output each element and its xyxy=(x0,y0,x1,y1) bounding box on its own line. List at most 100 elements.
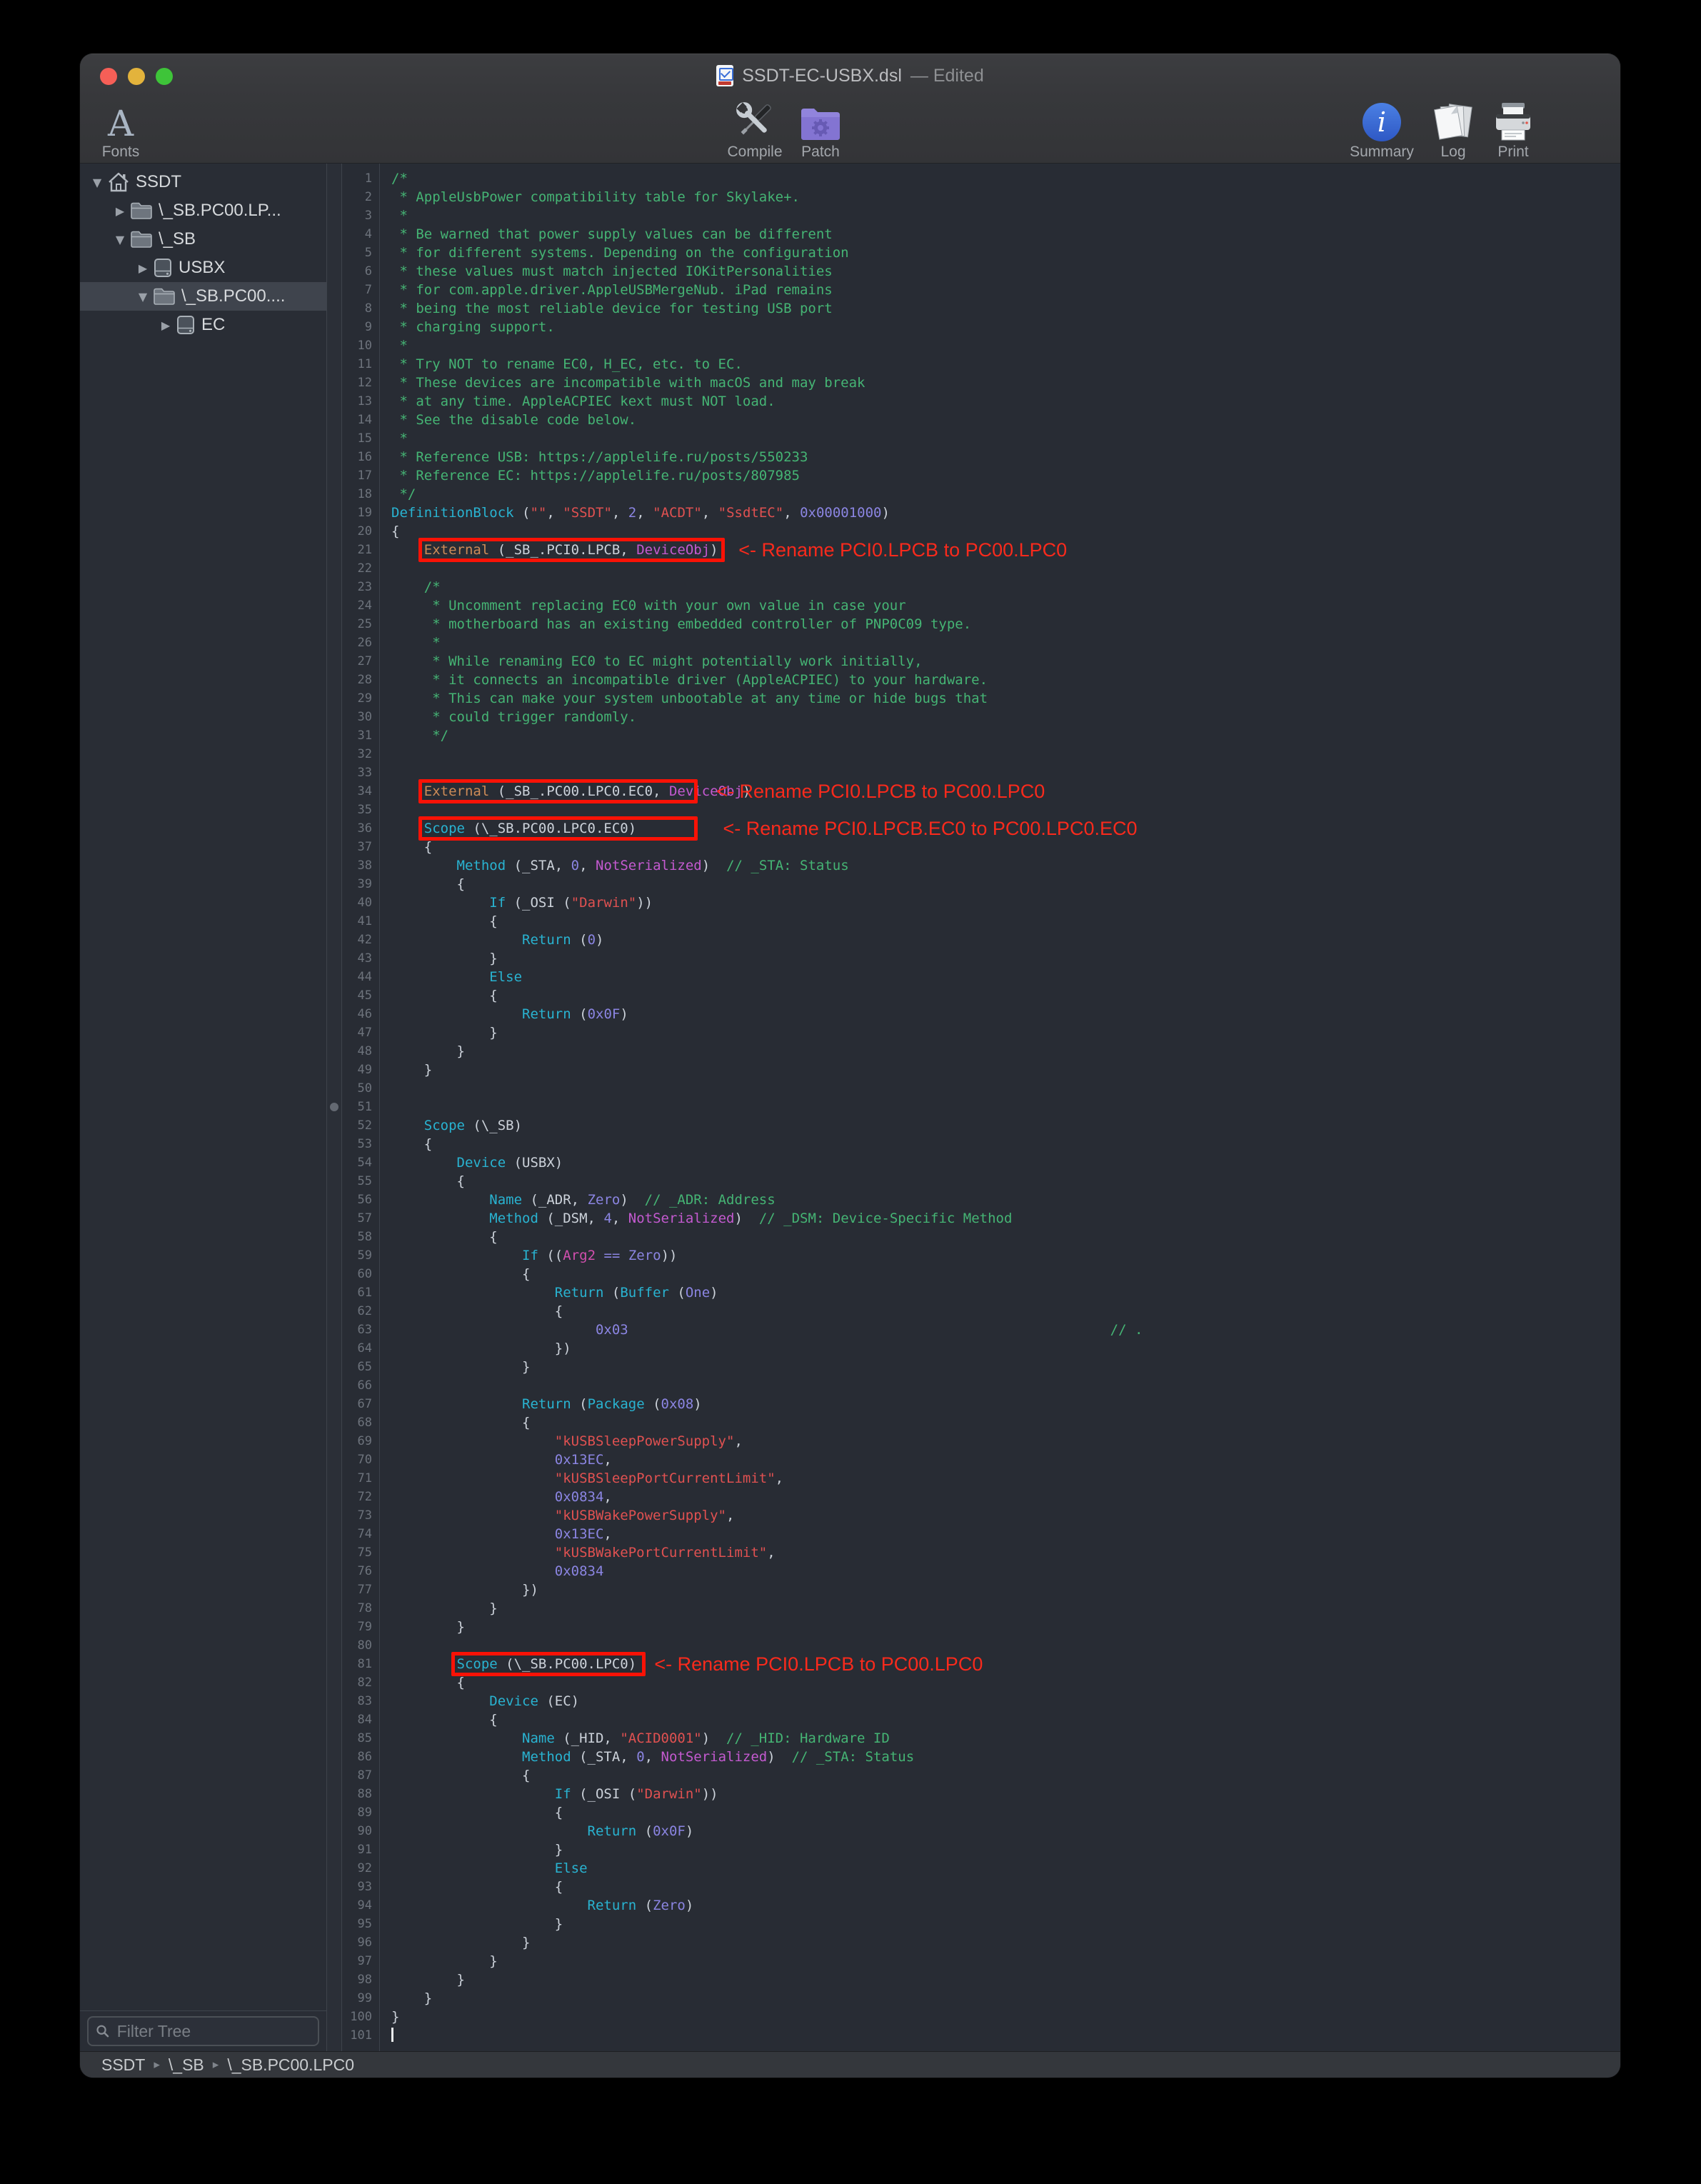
code-text[interactable]: Device (USBX) xyxy=(379,1153,1620,1172)
code-text[interactable]: } xyxy=(379,2008,1620,2026)
code-text[interactable]: * xyxy=(379,206,1620,225)
code-text[interactable]: * These devices are incompatible with ma… xyxy=(379,374,1620,392)
code-text[interactable]: { xyxy=(379,1766,1620,1785)
code-text[interactable]: If (_OSI ("Darwin")) xyxy=(379,1785,1620,1803)
code-text[interactable] xyxy=(379,2026,1620,2045)
code-text[interactable] xyxy=(379,763,1620,782)
code-text[interactable]: DefinitionBlock ("", "SSDT", 2, "ACDT", … xyxy=(379,504,1620,522)
code-text[interactable]: Scope (\_SB.PC00.LPC0.EC0)<- Rename PCI0… xyxy=(379,819,1620,838)
code-text[interactable]: * xyxy=(379,429,1620,448)
code-text[interactable]: Return (0x0F) xyxy=(379,1822,1620,1840)
code-text[interactable] xyxy=(379,745,1620,763)
code-text[interactable]: 0x0834, xyxy=(379,1488,1620,1506)
disclosure-closed-icon[interactable]: ▶ xyxy=(136,261,150,275)
print-button[interactable]: Print xyxy=(1467,99,1560,161)
code-text[interactable]: { xyxy=(379,1302,1620,1321)
code-text[interactable]: 0x13EC, xyxy=(379,1451,1620,1469)
code-text[interactable]: */ xyxy=(379,485,1620,504)
disclosure-closed-icon[interactable]: ▶ xyxy=(159,319,173,332)
sidebar-item-sbpc00lp[interactable]: ▶\_SB.PC00.LP... xyxy=(80,196,326,225)
code-text[interactable]: * being the most reliable device for tes… xyxy=(379,299,1620,318)
code-text[interactable]: * motherboard has an existing embedded c… xyxy=(379,615,1620,633)
code-text[interactable] xyxy=(379,1376,1620,1395)
code-text[interactable]: * at any time. AppleACPIEC kext must NOT… xyxy=(379,392,1620,411)
code-text[interactable]: { xyxy=(379,838,1620,856)
code-text[interactable]: } xyxy=(379,1061,1620,1079)
code-text[interactable]: } xyxy=(379,1840,1620,1859)
code-text[interactable]: /* xyxy=(379,578,1620,596)
code-text[interactable]: * for different systems. Depending on th… xyxy=(379,244,1620,262)
code-text[interactable]: Else xyxy=(379,1859,1620,1878)
code-text[interactable]: * While renaming EC0 to EC might potenti… xyxy=(379,652,1620,671)
code-text[interactable]: */ xyxy=(379,726,1620,745)
code-text[interactable]: * charging support. xyxy=(379,318,1620,336)
code-text[interactable]: } xyxy=(379,1023,1620,1042)
code-text[interactable]: * Try NOT to rename EC0, H_EC, etc. to E… xyxy=(379,355,1620,374)
code-text[interactable] xyxy=(379,1098,1620,1116)
code-text[interactable]: Scope (\_SB.PC00.LPC0)<- Rename PCI0.LPC… xyxy=(379,1655,1620,1673)
code-text[interactable]: { xyxy=(379,1413,1620,1432)
fonts-button[interactable]: AFonts xyxy=(80,99,167,161)
code-text[interactable]: } xyxy=(379,1952,1620,1970)
code-text[interactable]: * these values must match injected IOKit… xyxy=(379,262,1620,281)
breadcrumb-item[interactable]: SSDT xyxy=(101,2055,145,2075)
title-bar[interactable]: SSDT-EC-USBX.dsl — Edited xyxy=(80,54,1620,97)
code-text[interactable]: * See the disable code below. xyxy=(379,411,1620,429)
filter-tree-input[interactable] xyxy=(116,2021,311,2042)
sidebar-item-sbpc00[interactable]: ▼\_SB.PC00.... xyxy=(80,282,326,311)
breadcrumb-item[interactable]: \_SB.PC00.LPC0 xyxy=(227,2055,354,2075)
code-text[interactable]: { xyxy=(379,522,1620,541)
code-text[interactable]: Method (_DSM, 4, NotSerialized) // _DSM:… xyxy=(379,1209,1620,1228)
code-text[interactable]: If ((Arg2 == Zero)) xyxy=(379,1246,1620,1265)
code-text[interactable]: Name (_HID, "ACID0001") // _HID: Hardwar… xyxy=(379,1729,1620,1748)
code-text[interactable]: Name (_ADR, Zero) // _ADR: Address xyxy=(379,1191,1620,1209)
code-text[interactable]: 0x13EC, xyxy=(379,1525,1620,1543)
code-text[interactable]: External (_SB_.PCI0.LPCB, DeviceObj)<- R… xyxy=(379,541,1620,559)
sidebar-item-usbx[interactable]: ▶USBX xyxy=(80,254,326,282)
code-text[interactable]: } xyxy=(379,1915,1620,1933)
code-text[interactable]: * Be warned that power supply values can… xyxy=(379,225,1620,244)
code-text[interactable]: { xyxy=(379,875,1620,893)
code-text[interactable]: "kUSBWakePortCurrentLimit", xyxy=(379,1543,1620,1562)
code-text[interactable]: } xyxy=(379,949,1620,968)
code-text[interactable]: /* xyxy=(379,169,1620,188)
code-text[interactable]: * xyxy=(379,633,1620,652)
code-text[interactable]: Return (Buffer (One) xyxy=(379,1283,1620,1302)
code-text[interactable]: { xyxy=(379,1265,1620,1283)
code-text[interactable]: "kUSBSleepPortCurrentLimit", xyxy=(379,1469,1620,1488)
code-text[interactable]: * it connects an incompatible driver (Ap… xyxy=(379,671,1620,689)
split-divider[interactable] xyxy=(327,164,342,2051)
disclosure-open-icon[interactable]: ▼ xyxy=(136,290,150,304)
code-text[interactable]: } xyxy=(379,1989,1620,2008)
code-text[interactable]: Return (0) xyxy=(379,931,1620,949)
code-text[interactable]: "kUSBWakePowerSupply", xyxy=(379,1506,1620,1525)
code-text[interactable]: } xyxy=(379,1599,1620,1618)
code-text[interactable]: Return (Zero) xyxy=(379,1896,1620,1915)
code-text[interactable]: Method (_STA, 0, NotSerialized) // _STA:… xyxy=(379,856,1620,875)
code-text[interactable] xyxy=(379,559,1620,578)
sidebar-item-sb[interactable]: ▼\_SB xyxy=(80,225,326,254)
code-text[interactable]: Else xyxy=(379,968,1620,986)
disclosure-open-icon[interactable]: ▼ xyxy=(113,233,127,246)
patch-button[interactable]: Patch xyxy=(774,99,867,161)
code-text[interactable]: * Uncomment replacing EC0 with your own … xyxy=(379,596,1620,615)
code-text[interactable]: { xyxy=(379,1710,1620,1729)
code-text[interactable]: * This can make your system unbootable a… xyxy=(379,689,1620,708)
code-text[interactable]: { xyxy=(379,1172,1620,1191)
code-text[interactable]: Return (Package (0x08) xyxy=(379,1395,1620,1413)
code-text[interactable]: 0x03 // . xyxy=(379,1321,1620,1339)
code-text[interactable]: 0x0834 xyxy=(379,1562,1620,1581)
code-text[interactable]: * Reference EC: https://applelife.ru/pos… xyxy=(379,466,1620,485)
disclosure-closed-icon[interactable]: ▶ xyxy=(113,204,127,218)
code-text[interactable]: { xyxy=(379,912,1620,931)
code-text[interactable]: * Reference USB: https://applelife.ru/po… xyxy=(379,448,1620,466)
code-text[interactable]: Method (_STA, 0, NotSerialized) // _STA:… xyxy=(379,1748,1620,1766)
code-text[interactable]: } xyxy=(379,1933,1620,1952)
code-text[interactable]: Return (0x0F) xyxy=(379,1005,1620,1023)
code-text[interactable] xyxy=(379,1636,1620,1655)
code-text[interactable]: "kUSBSleepPowerSupply", xyxy=(379,1432,1620,1451)
code-text[interactable]: { xyxy=(379,1878,1620,1896)
code-text[interactable]: If (_OSI ("Darwin")) xyxy=(379,893,1620,912)
code-text[interactable]: { xyxy=(379,986,1620,1005)
code-editor[interactable]: 1/*2 * AppleUsbPower compatibility table… xyxy=(342,164,1620,2051)
